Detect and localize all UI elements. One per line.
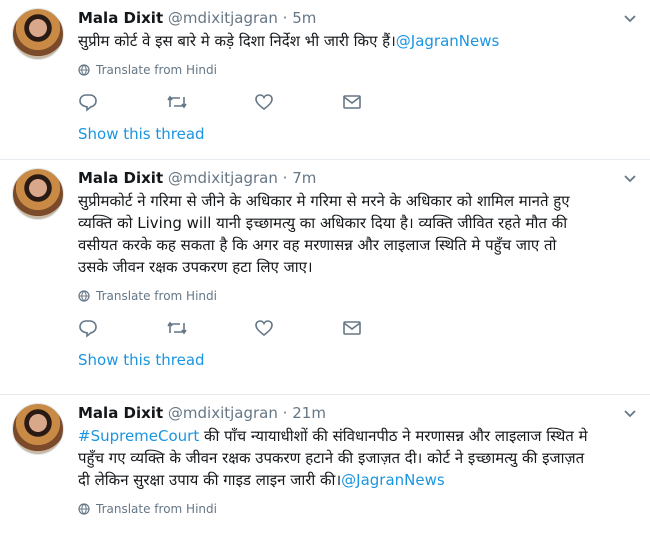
tweet-text-line: उसके जीवन रक्षक उपकरण हटा लिए जाए।	[78, 258, 313, 276]
message-button[interactable]	[342, 318, 430, 338]
translate-label: Translate from Hindi	[96, 289, 217, 303]
tweet-text-body: की पाँच न्यायाधीशों की संविधानपीठ ने मरण…	[199, 427, 588, 445]
message-icon	[343, 95, 361, 109]
like-icon	[255, 320, 273, 337]
like-button[interactable]	[254, 318, 342, 338]
author-name[interactable]: Mala Dixit	[78, 169, 163, 187]
tweet-text-line: पहुँच गए व्यक्ति के जीवन रक्षक उपकरण हटा…	[78, 449, 585, 467]
tweet-text: सुप्रीम कोर्ट वे इस बारे मे कड़े दिशा नि…	[78, 30, 630, 52]
avatar[interactable]	[12, 403, 64, 455]
avatar[interactable]	[12, 168, 64, 220]
tweet-text-line: दी लेकिन सुरक्षा उपाय की गाइड लाइन जारी …	[78, 469, 630, 491]
show-thread-link[interactable]: Show this thread	[78, 350, 630, 370]
translate-label: Translate from Hindi	[96, 63, 217, 77]
separator: ·	[282, 9, 288, 27]
tweet[interactable]: Mala Dixit @mdixitjagran · 7m सुप्रीमकोर…	[0, 160, 650, 395]
reply-button[interactable]	[78, 318, 166, 338]
mention-link[interactable]: @JagranNews	[341, 471, 445, 489]
timestamp[interactable]: 7m	[292, 169, 316, 187]
translate-link[interactable]: Translate from Hindi	[78, 62, 630, 78]
tweet-actions	[78, 318, 630, 338]
globe-icon	[78, 64, 90, 76]
translate-link[interactable]: Translate from Hindi	[78, 501, 630, 517]
reply-icon	[79, 94, 97, 112]
tweet[interactable]: Mala Dixit @mdixitjagran · 5m सुप्रीम को…	[0, 0, 650, 160]
timestamp[interactable]: 21m	[292, 404, 326, 422]
tweet-header: Mala Dixit @mdixitjagran · 21m	[78, 403, 630, 423]
timestamp[interactable]: 5m	[292, 9, 316, 27]
tweet-text-body: दी लेकिन सुरक्षा उपाय की गाइड लाइन जारी …	[78, 471, 342, 489]
reply-icon	[79, 320, 97, 338]
separator: ·	[282, 404, 288, 422]
tweet-text-line: सुप्रीमकोर्ट ने गरिमा से जीने के अधिकार …	[78, 192, 570, 210]
show-thread-link[interactable]: Show this thread	[78, 124, 630, 144]
retweet-button[interactable]	[166, 92, 254, 112]
tweet-text-line: वसीयत करके कह सकता है कि अगर वह मरणासन्न…	[78, 236, 557, 254]
retweet-icon	[167, 95, 187, 109]
like-icon	[255, 94, 273, 111]
globe-icon	[78, 290, 90, 302]
reply-button[interactable]	[78, 92, 166, 112]
retweet-button[interactable]	[166, 318, 254, 338]
translate-label: Translate from Hindi	[96, 502, 217, 516]
message-button[interactable]	[342, 92, 430, 112]
globe-icon	[78, 503, 90, 515]
translate-link[interactable]: Translate from Hindi	[78, 288, 630, 304]
tweet-header: Mala Dixit @mdixitjagran · 7m	[78, 168, 630, 188]
tweet-actions	[78, 92, 630, 112]
author-name[interactable]: Mala Dixit	[78, 404, 163, 422]
tweet-text-body: सुप्रीम कोर्ट वे इस बारे मे कड़े दिशा नि…	[78, 32, 396, 50]
tweet-text: सुप्रीमकोर्ट ने गरिमा से जीने के अधिकार …	[78, 190, 630, 278]
author-name[interactable]: Mala Dixit	[78, 9, 163, 27]
like-button[interactable]	[254, 92, 342, 112]
tweet-text: #SupremeCourt की पाँच न्यायाधीशों की संव…	[78, 425, 630, 491]
hashtag-link[interactable]: #SupremeCourt	[78, 427, 199, 445]
tweet-header: Mala Dixit @mdixitjagran · 5m	[78, 8, 630, 28]
author-handle[interactable]: @mdixitjagran	[168, 169, 278, 187]
separator: ·	[282, 169, 288, 187]
retweet-icon	[167, 321, 187, 335]
tweet-text-line: व्यक्ति को Living will यानी इच्छामत्यु क…	[78, 214, 568, 232]
message-icon	[343, 321, 361, 335]
author-handle[interactable]: @mdixitjagran	[168, 9, 278, 27]
avatar[interactable]	[12, 8, 64, 60]
author-handle[interactable]: @mdixitjagran	[168, 404, 278, 422]
tweet-text-line: #SupremeCourt की पाँच न्यायाधीशों की संव…	[78, 425, 630, 447]
tweet[interactable]: Mala Dixit @mdixitjagran · 21m #SupremeC…	[0, 395, 650, 540]
mention-link[interactable]: @JagranNews	[396, 32, 500, 50]
